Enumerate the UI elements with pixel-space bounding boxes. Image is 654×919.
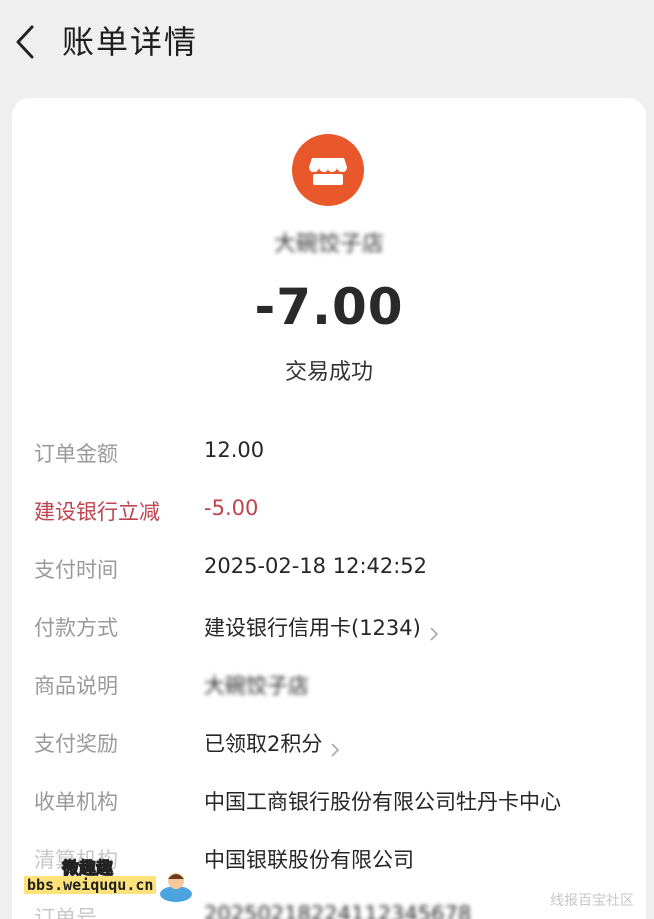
detail-row-acquirer: 收单机构 中国工商银行股份有限公司牡丹卡中心 [12,782,646,822]
detail-label: 商品说明 [34,674,118,698]
detail-label: 建设银行立减 [34,500,160,524]
mascot-icon [158,868,194,904]
detail-value: 2025-02-18 12:42:52 [204,554,428,578]
detail-label: 支付奖励 [34,732,118,756]
watermark-logo: 微趣趣 bbs.weiququ.cn [20,850,200,910]
detail-label: 收单机构 [34,790,118,814]
detail-label: 订单金额 [34,442,118,466]
detail-row-order-amount: 订单金额 12.00 [12,434,646,474]
page-title: 账单详情 [62,23,199,61]
store-icon [292,134,364,206]
merchant-name: 大碗饺子店 [273,232,384,257]
detail-value: 中国银联股份有限公司 [204,848,414,872]
detail-label: 支付时间 [34,558,118,582]
transaction-amount: -7.00 [254,278,404,336]
detail-value: -5.00 [204,496,259,520]
top-bar: 账单详情 [0,0,654,86]
bill-detail-page: 账单详情 大碗饺子店 -7.00 交易成功 订单金额 12.00 建设银行立减 … [0,0,654,919]
detail-value: 中国工商银行股份有限公司牡丹卡中心 [204,790,561,814]
detail-value: 已领取2积分 [204,732,323,756]
detail-row-bank-discount: 建设银行立减 -5.00 [12,492,646,532]
detail-value: 建设银行信用卡(1234) [204,616,421,640]
back-chevron-icon[interactable] [12,24,42,60]
detail-value: 大碗饺子店 [204,674,309,698]
detail-row-product-description: 商品说明 大碗饺子店 [12,666,646,706]
detail-value: 12.00 [204,438,265,462]
detail-row-payment-reward[interactable]: 支付奖励 已领取2积分 [12,724,646,764]
reward-link[interactable]: 已领取2积分 [204,728,340,758]
payment-method-link[interactable]: 建设银行信用卡(1234) [204,612,439,642]
chevron-right-icon [429,622,439,641]
detail-row-payment-method[interactable]: 付款方式 建设银行信用卡(1234) [12,608,646,648]
detail-value: 20250218224112345678 [204,902,472,919]
bill-card: 大碗饺子店 -7.00 交易成功 订单金额 12.00 建设银行立减 -5.00… [12,98,646,919]
chevron-right-icon [330,738,340,757]
watermark-text: 线报百宝社区 [550,893,634,909]
watermark-url: bbs.weiququ.cn [24,876,157,894]
transaction-status: 交易成功 [284,360,373,385]
detail-row-payment-time: 支付时间 2025-02-18 12:42:52 [12,550,646,590]
detail-label: 付款方式 [34,616,118,640]
